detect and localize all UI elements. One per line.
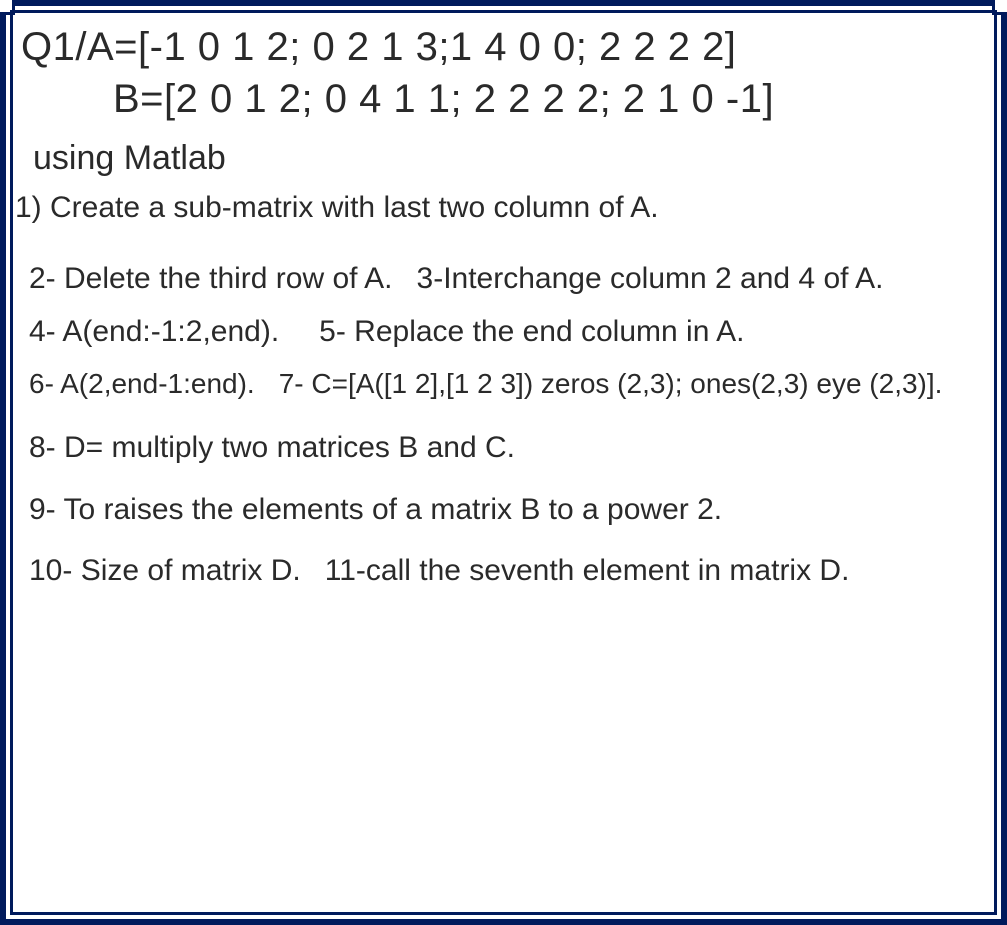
row-q10-q11: 10- Size of matrix D. 11-call the sevent…	[15, 549, 992, 593]
row-q6-q7: 6- A(2,end-1:end). 7- C=[A([1 2],[1 2 3]…	[15, 364, 992, 405]
question-5: 5- Replace the end column in A.	[319, 310, 744, 354]
row-q9: 9- To raises the elements of a matrix B …	[15, 488, 992, 532]
matrix-a-definition: Q1/A=[-1 0 1 2; 0 2 1 3;1 4 0 0; 2 2 2 2…	[15, 21, 992, 73]
question-1: 1) Create a sub-matrix with last two col…	[15, 188, 992, 229]
outer-frame: Q1/A=[-1 0 1 2; 0 2 1 3;1 4 0 0; 2 2 2 2…	[0, 0, 1007, 925]
question-7: 7- C=[A([1 2],[1 2 3]) zeros (2,3); ones…	[279, 364, 943, 405]
question-10: 10- Size of matrix D.	[29, 549, 301, 593]
question-8: 8- D= multiply two matrices B and C.	[29, 426, 515, 470]
question-3: 3-Interchange column 2 and 4 of A.	[417, 257, 884, 301]
row-q4-q5: 4- A(end:-1:2,end). 5- Replace the end c…	[15, 310, 992, 354]
question-6: 6- A(2,end-1:end).	[29, 364, 255, 405]
question-2: 2- Delete the third row of A.	[29, 257, 393, 301]
question-9: 9- To raises the elements of a matrix B …	[29, 488, 722, 532]
document-content: Q1/A=[-1 0 1 2; 0 2 1 3;1 4 0 0; 2 2 2 2…	[13, 13, 994, 623]
question-4: 4- A(end:-1:2,end).	[29, 310, 279, 354]
row-q8: 8- D= multiply two matrices B and C.	[15, 426, 992, 470]
matrix-b-definition: B=[2 0 1 2; 0 4 1 1; 2 2 2 2; 2 1 0 -1]	[15, 73, 992, 125]
question-11: 11-call the seventh element in matrix D.	[325, 549, 850, 593]
inner-frame: Q1/A=[-1 0 1 2; 0 2 1 3;1 4 0 0; 2 2 2 2…	[10, 10, 997, 915]
subtitle-using-matlab: using Matlab	[15, 139, 992, 178]
row-q2-q3: 2- Delete the third row of A. 3-Intercha…	[15, 257, 992, 301]
